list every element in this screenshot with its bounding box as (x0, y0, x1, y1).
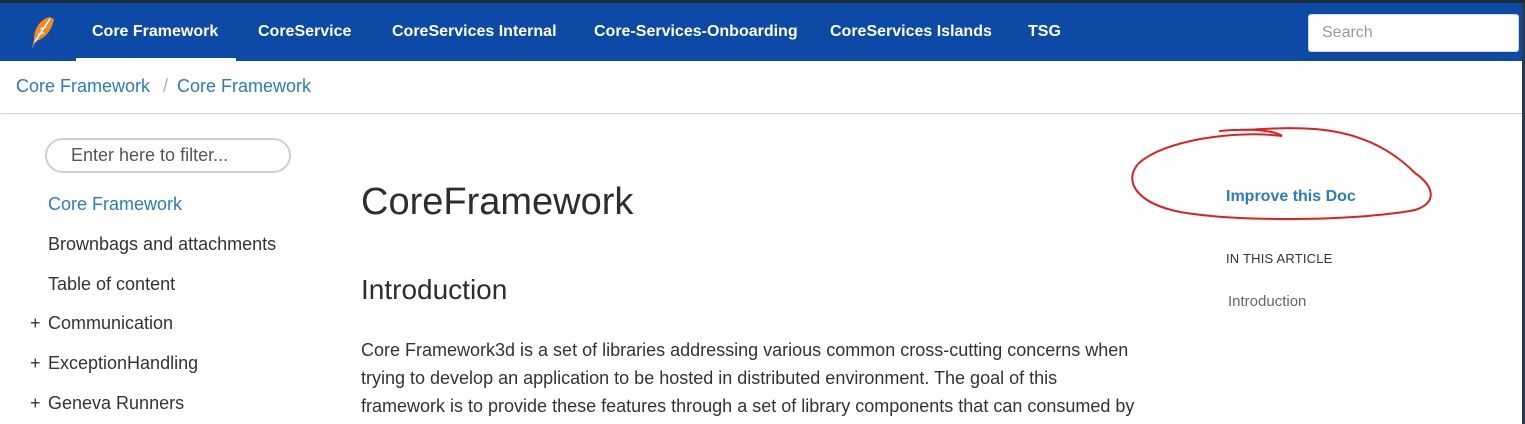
breadcrumb: Core Framework / Core Framework (0, 61, 1525, 114)
search-input[interactable] (1308, 14, 1519, 52)
sidebar-item-table-of-content[interactable]: Table of content (48, 274, 175, 295)
affix-link-introduction[interactable]: Introduction (1228, 293, 1306, 310)
nav-core-framework[interactable]: Core Framework (75, 3, 237, 61)
red-annotation-circle (1131, 127, 1432, 220)
nav-tsg[interactable]: TSG (1028, 3, 1061, 61)
section-heading-introduction: Introduction (361, 274, 508, 305)
sidebar-item-core-framework[interactable]: Core Framework (48, 194, 182, 215)
expand-icon[interactable]: + (30, 393, 41, 414)
expand-icon[interactable]: + (30, 353, 41, 374)
top-navbar: Core Framework CoreService CoreServices … (0, 3, 1525, 61)
feather-logo-icon[interactable] (28, 15, 60, 51)
nav-coreservices-islands[interactable]: CoreServices Islands (830, 3, 992, 61)
breadcrumb-item-root[interactable]: Core Framework (16, 76, 150, 97)
breadcrumb-separator: / (163, 76, 169, 96)
sidebar-item-brownbags[interactable]: Brownbags and attachments (48, 234, 276, 255)
toc-filter-input[interactable] (45, 138, 291, 173)
page-title: CoreFramework (361, 181, 634, 223)
sidebar-item-exceptionhandling[interactable]: ExceptionHandling (48, 353, 198, 374)
paragraph-line: Core Framework3d is a set of libraries a… (361, 340, 1129, 360)
breadcrumb-item-current[interactable]: Core Framework (177, 76, 311, 97)
nav-coreservices-internal[interactable]: CoreServices Internal (392, 3, 557, 61)
nav-core-services-onboarding[interactable]: Core-Services-Onboarding (594, 3, 798, 61)
in-this-article-heading: IN THIS ARTICLE (1226, 251, 1333, 266)
intro-paragraph: Core Framework3d is a set of libraries a… (361, 336, 1181, 420)
paragraph-line: framework is to provide these features t… (361, 396, 1135, 416)
nav-coreservice[interactable]: CoreService (258, 3, 351, 61)
expand-icon[interactable]: + (30, 313, 41, 334)
sidebar-item-communication[interactable]: Communication (48, 313, 173, 334)
sidebar-item-geneva-runners[interactable]: Geneva Runners (48, 393, 184, 414)
paragraph-line: trying to develop an application to be h… (361, 368, 1058, 388)
